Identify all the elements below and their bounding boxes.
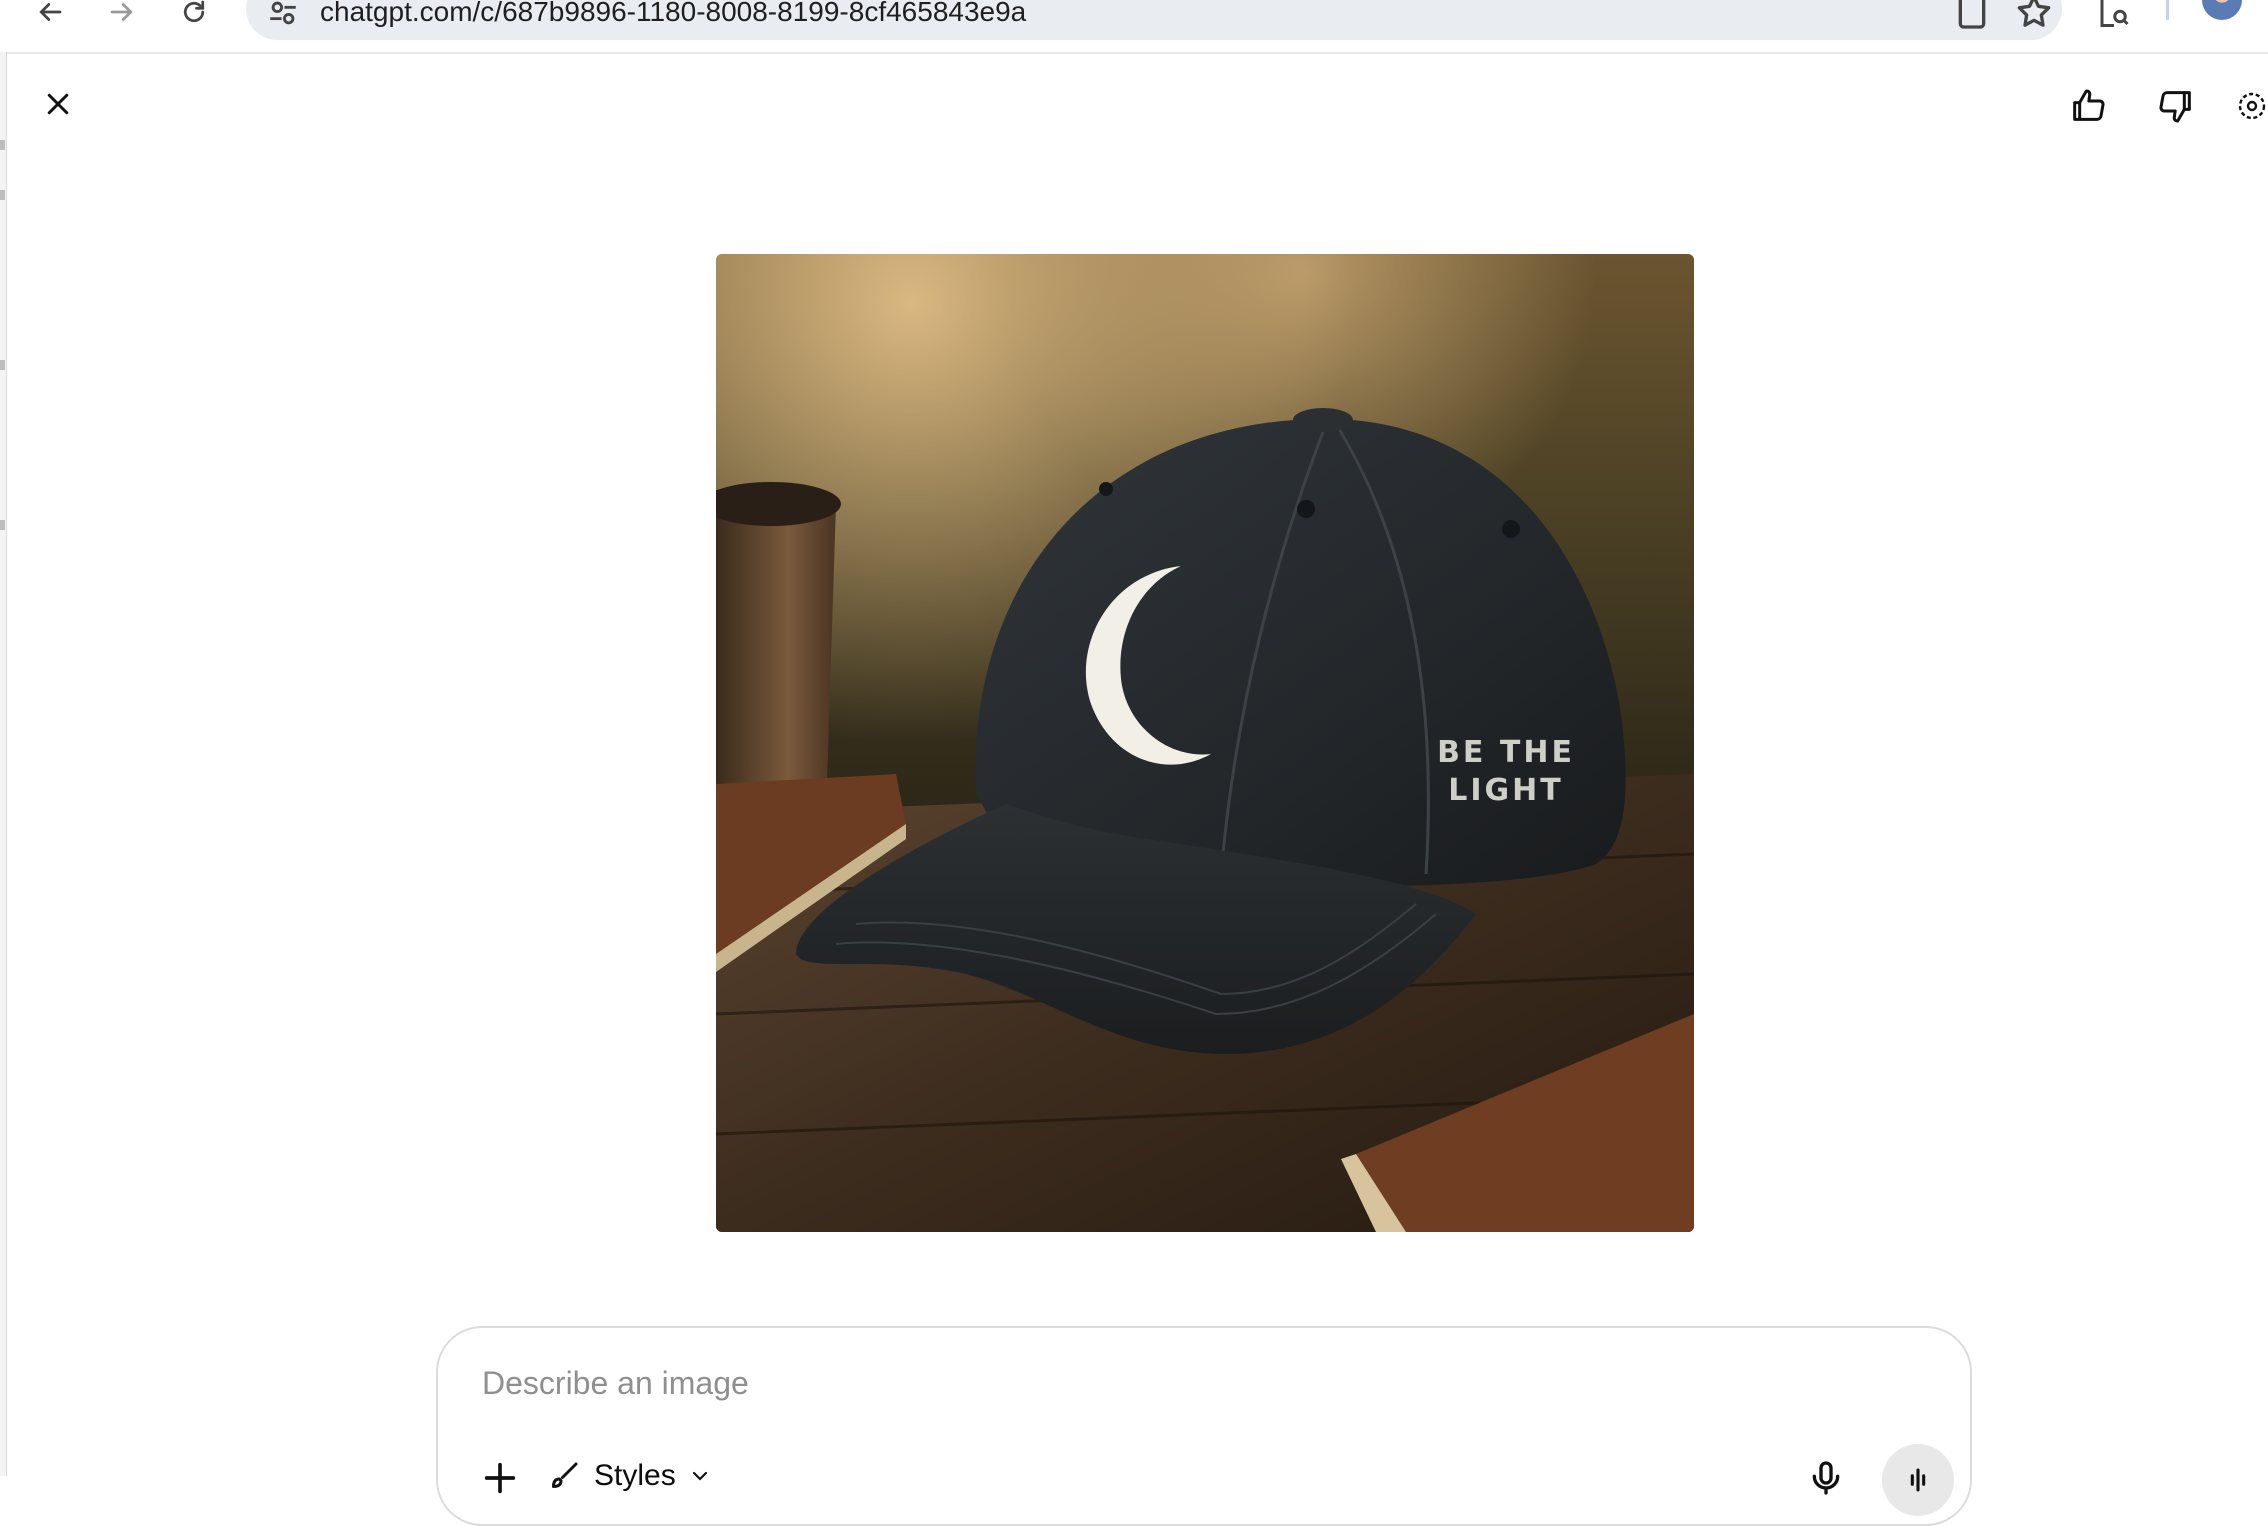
reload-icon[interactable]: [168, 0, 220, 38]
embroidered-text-line1: BE THE: [1437, 735, 1575, 770]
prompt-composer: Styles: [436, 1326, 1972, 1526]
address-bar[interactable]: chatgpt.com/c/687b9896-1180-8008-8199-8c…: [246, 0, 2062, 40]
embroidered-text-line2: LIGHT: [1448, 773, 1563, 808]
close-icon[interactable]: [30, 76, 86, 132]
styles-button[interactable]: Styles: [546, 1452, 712, 1500]
sidebar-edge: [0, 52, 7, 1476]
avatar[interactable]: [2202, 0, 2242, 20]
back-icon[interactable]: [24, 0, 76, 38]
sidebar-edge-mark: [0, 190, 5, 200]
voice-icon: [1910, 1468, 1926, 1492]
browser-toolbar: chatgpt.com/c/687b9896-1180-8008-8199-8c…: [0, 0, 2268, 54]
chevron-down-icon: [692, 1471, 707, 1481]
prompt-input[interactable]: [480, 1358, 1784, 1408]
thumbs-down-icon[interactable]: [2148, 78, 2204, 134]
select-area-icon[interactable]: [2236, 78, 2268, 134]
sidebar-edge-mark: [0, 140, 5, 150]
styles-label: Styles: [594, 1459, 676, 1492]
voice-button[interactable]: [1882, 1444, 1954, 1516]
forward-icon[interactable]: [96, 0, 148, 38]
install-app-icon[interactable]: [1952, 0, 1992, 32]
url-text[interactable]: chatgpt.com/c/687b9896-1180-8008-8199-8c…: [320, 0, 1026, 28]
sidebar-edge-mark: [0, 520, 5, 530]
bookmark-star-icon[interactable]: [2014, 0, 2054, 32]
brush-icon: [552, 1462, 578, 1488]
thumbs-up-icon[interactable]: [2060, 78, 2116, 134]
microphone-icon[interactable]: [1806, 1456, 1846, 1500]
sidebar-edge-mark: [0, 360, 5, 370]
site-settings-icon[interactable]: [266, 0, 300, 30]
generated-image[interactable]: BE THE LIGHT: [716, 254, 1694, 1232]
plus-icon[interactable]: [480, 1458, 520, 1498]
lens-icon[interactable]: [2088, 0, 2140, 38]
toolbar-divider: [2166, 0, 2169, 20]
